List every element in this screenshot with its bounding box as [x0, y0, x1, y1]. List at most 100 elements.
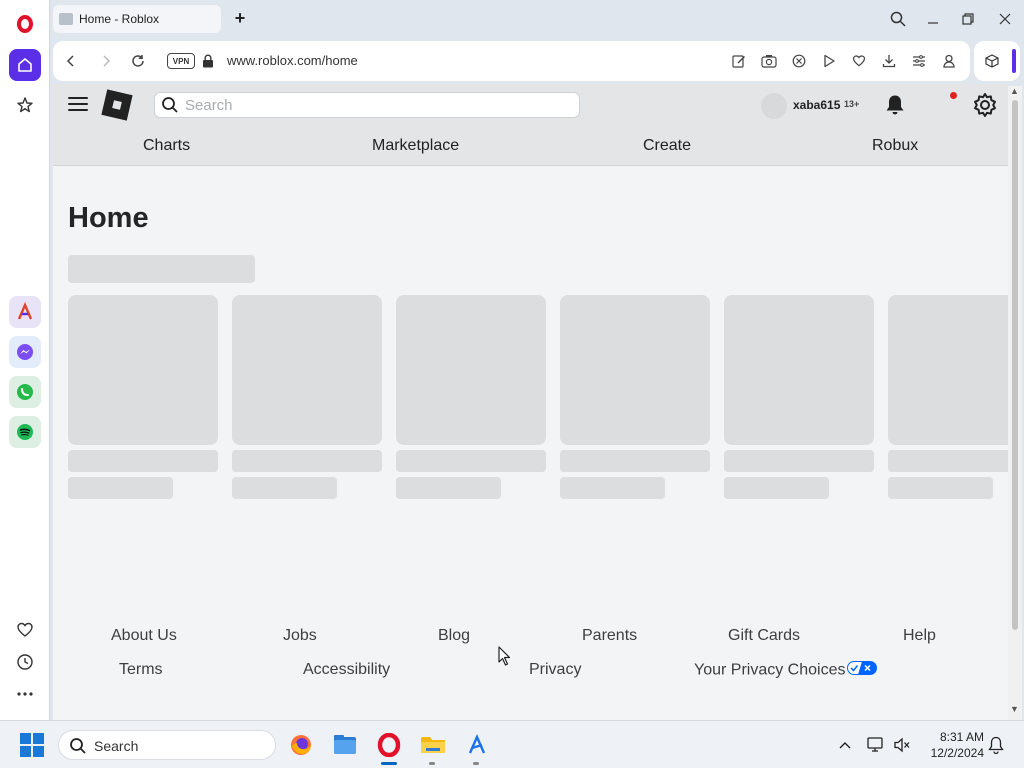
- footer-accessibility[interactable]: Accessibility: [303, 661, 390, 679]
- close-window-icon[interactable]: [993, 8, 1017, 30]
- extensions-cube-icon[interactable]: [983, 52, 1001, 70]
- aria-ai-icon[interactable]: [9, 296, 41, 328]
- footer-gift-cards[interactable]: Gift Cards: [728, 627, 800, 645]
- loading-skeleton-line: [396, 477, 501, 499]
- spotify-icon[interactable]: [9, 416, 41, 448]
- taskbar-search-label: Search: [94, 738, 139, 754]
- speed-dial-star-icon[interactable]: [9, 89, 41, 121]
- history-clock-icon[interactable]: [9, 646, 41, 678]
- file-explorer-icon[interactable]: [330, 730, 360, 760]
- firefox-icon[interactable]: [286, 730, 316, 760]
- camera-snapshot-icon[interactable]: [760, 52, 778, 70]
- loading-skeleton-line: [68, 477, 173, 499]
- network-icon[interactable]: [866, 735, 886, 755]
- loading-skeleton-line: [724, 477, 829, 499]
- url-text[interactable]: www.roblox.com/home: [227, 53, 358, 68]
- footer-privacy-choices[interactable]: Your Privacy Choices: [694, 661, 878, 680]
- app-running-indicator: [473, 762, 479, 765]
- lock-icon[interactable]: [202, 54, 214, 73]
- loading-skeleton-card: [68, 295, 218, 445]
- search-box[interactable]: [154, 92, 580, 118]
- notification-dot: [950, 92, 957, 99]
- search-icon: [161, 96, 179, 119]
- reload-icon[interactable]: [128, 51, 148, 71]
- age-badge: 13+: [844, 99, 860, 109]
- footer-parents[interactable]: Parents: [582, 627, 637, 645]
- back-arrow-icon[interactable]: [61, 51, 81, 71]
- favorite-heart-icon[interactable]: [850, 52, 868, 70]
- restore-window-icon[interactable]: [956, 8, 980, 30]
- hamburger-menu-icon[interactable]: [68, 97, 88, 113]
- loading-skeleton-line: [888, 450, 1008, 472]
- notifications-bell-icon[interactable]: [986, 735, 1006, 755]
- mouse-cursor-icon: [498, 646, 512, 671]
- loading-skeleton-card: [396, 295, 546, 445]
- extensions-box: [974, 41, 1020, 81]
- footer-help[interactable]: Help: [903, 627, 936, 645]
- scroll-thumb[interactable]: [1012, 100, 1018, 630]
- windows-taskbar: Search 8:31 AM 12/2/2024: [0, 720, 1024, 768]
- edit-note-icon[interactable]: [730, 52, 748, 70]
- loading-skeleton-line: [396, 450, 546, 472]
- browser-tab[interactable]: Home - Roblox: [53, 5, 221, 33]
- settings-gear-icon[interactable]: [972, 92, 998, 123]
- roblox-page: xaba615 13+ Charts Marketplace Create Ro…: [53, 84, 1008, 720]
- ad-blocker-icon[interactable]: [790, 52, 808, 70]
- windows-start-icon[interactable]: [20, 733, 44, 757]
- folder-icon[interactable]: [418, 730, 448, 760]
- loading-skeleton-line: [724, 450, 874, 472]
- opera-active-indicator: [381, 762, 397, 765]
- tab-bar: Home - Roblox +: [50, 0, 1024, 38]
- tab-favicon-icon: [59, 13, 73, 25]
- address-bar: VPN www.roblox.com/home: [53, 41, 970, 81]
- loading-skeleton-subtitle: [68, 255, 255, 283]
- forward-arrow-icon[interactable]: [96, 51, 116, 71]
- taskbar-clock[interactable]: 8:31 AM 12/2/2024: [920, 729, 984, 761]
- opera-logo-icon[interactable]: [9, 8, 41, 40]
- clock-date: 12/2/2024: [930, 746, 984, 760]
- loading-skeleton-line: [560, 477, 665, 499]
- username[interactable]: xaba615: [793, 98, 840, 112]
- opera-taskbar-icon[interactable]: [374, 730, 404, 760]
- clock-time: 8:31 AM: [939, 730, 984, 744]
- profile-icon[interactable]: [940, 52, 958, 70]
- nav-robux[interactable]: Robux: [872, 137, 918, 155]
- notification-bell-icon[interactable]: [883, 93, 907, 122]
- more-dots-icon[interactable]: [9, 678, 41, 710]
- footer-jobs[interactable]: Jobs: [283, 627, 317, 645]
- nav-charts[interactable]: Charts: [143, 137, 190, 155]
- show-hidden-icons-chevron-icon[interactable]: [835, 735, 855, 755]
- page-scrollbar[interactable]: ▲ ▼: [1008, 86, 1022, 720]
- player-play-icon[interactable]: [820, 52, 838, 70]
- avatar[interactable]: [761, 93, 787, 119]
- whatsapp-icon[interactable]: [9, 376, 41, 408]
- heart-icon[interactable]: [9, 614, 41, 646]
- new-tab-plus-icon[interactable]: +: [230, 8, 250, 29]
- minimize-icon[interactable]: [921, 8, 945, 30]
- folder-running-indicator: [429, 762, 435, 765]
- nav-create[interactable]: Create: [643, 137, 691, 155]
- search-input[interactable]: [185, 96, 565, 114]
- footer-privacy[interactable]: Privacy: [529, 661, 581, 679]
- loading-skeleton-card: [560, 295, 710, 445]
- opera-sidebar: [0, 0, 50, 720]
- footer-terms[interactable]: Terms: [119, 661, 163, 679]
- vpn-badge[interactable]: VPN: [167, 53, 195, 69]
- pinned-app-icon[interactable]: [462, 730, 492, 760]
- tab-search-icon[interactable]: [886, 8, 910, 30]
- scroll-down-arrow-icon[interactable]: ▼: [1010, 704, 1019, 714]
- nav-marketplace[interactable]: Marketplace: [372, 137, 459, 155]
- taskbar-search[interactable]: Search: [58, 730, 276, 760]
- privacy-choices-toggle-icon: [847, 661, 878, 680]
- loading-skeleton-line: [560, 450, 710, 472]
- footer-about-us[interactable]: About Us: [111, 627, 177, 645]
- messenger-icon[interactable]: [9, 336, 41, 368]
- download-icon[interactable]: [880, 52, 898, 70]
- volume-muted-icon[interactable]: [892, 735, 912, 755]
- roblox-logo-icon[interactable]: [101, 89, 133, 121]
- sidebar-accent-bar: [1012, 49, 1016, 73]
- scroll-up-arrow-icon[interactable]: ▲: [1010, 86, 1019, 96]
- home-icon[interactable]: [9, 49, 41, 81]
- footer-blog[interactable]: Blog: [438, 627, 470, 645]
- easy-setup-icon[interactable]: [910, 52, 928, 70]
